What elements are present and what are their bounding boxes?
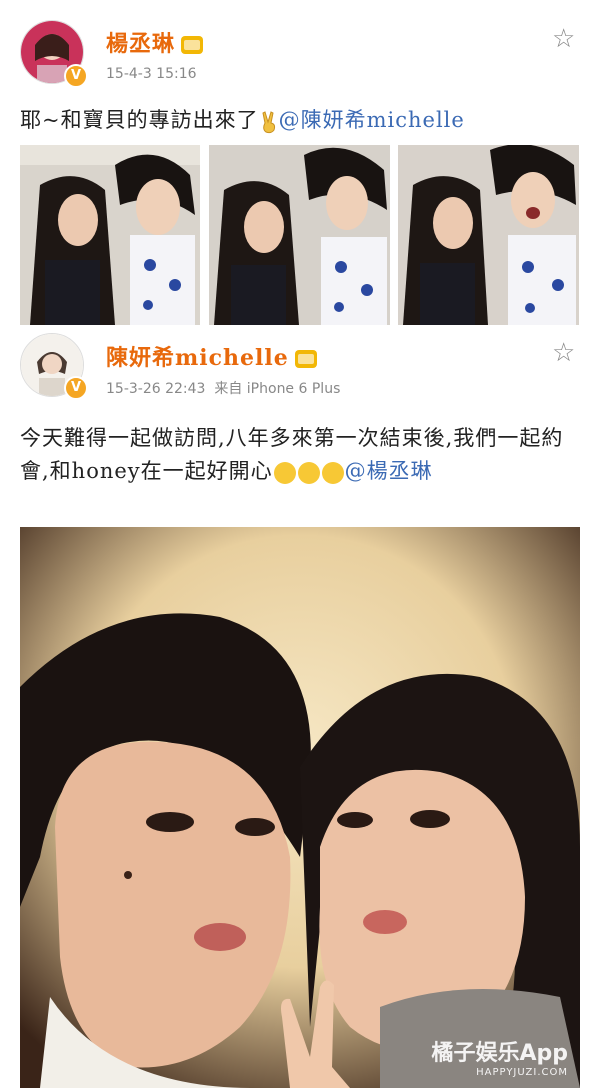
thumbnail-1[interactable] — [20, 145, 200, 325]
post-text: 今天難得一起做訪問,八年多來第一次結束後,我們一起約會,和honey在一起好開心… — [20, 422, 580, 488]
post-photo[interactable]: 橘子娱乐App HAPPYJUZI.COM — [20, 527, 580, 1088]
username-text[interactable]: 陳妍希michelle — [106, 345, 289, 371]
smile-emoji-icon — [273, 461, 296, 484]
post-1: V 楊丞琳 15-4-3 15:16 ☆ 耶~和寶貝的專訪出來了 @陳妍希mich… — [0, 0, 600, 330]
mention-link[interactable]: @陳妍希michelle — [279, 108, 465, 132]
smile-emoji-icon — [297, 461, 320, 484]
watermark: 橘子娱乐App HAPPYJUZI.COM — [431, 1035, 568, 1078]
watermark-brand: 橘子娱乐App — [431, 1041, 568, 1066]
timestamp: 15-3-26 22:43 — [106, 381, 206, 397]
verified-badge-icon: V — [64, 64, 88, 88]
peace-emoji-icon — [262, 110, 275, 133]
crown-icon — [294, 350, 317, 368]
crown-icon — [181, 36, 204, 54]
thumbnail-2[interactable] — [209, 145, 390, 325]
post-body: 耶~和寶貝的專訪出來了 — [20, 108, 259, 132]
username[interactable]: 陳妍希michelle — [106, 340, 317, 372]
watermark-site: HAPPYJUZI.COM — [476, 1067, 568, 1078]
photo-image — [20, 527, 580, 1088]
thumbnail-3[interactable] — [398, 145, 579, 325]
star-outline-icon[interactable]: ☆ — [552, 338, 575, 368]
star-outline-icon[interactable]: ☆ — [552, 24, 575, 54]
username-text[interactable]: 楊丞琳 — [106, 31, 175, 57]
post-text: 耶~和寶貝的專訪出來了 @陳妍希michelle — [20, 104, 580, 137]
verified-badge-icon: V — [64, 376, 88, 400]
smile-emoji-icon — [321, 461, 344, 484]
username[interactable]: 楊丞琳 — [106, 26, 204, 58]
mention-link[interactable]: @楊丞琳 — [345, 459, 433, 483]
post-source: 来自 iPhone 6 Plus — [214, 381, 341, 397]
post-meta: 15-3-26 22:43 来自 iPhone 6 Plus — [106, 378, 340, 398]
post-2: V 陳妍希michelle 15-3-26 22:43 来自 iPhone 6 … — [0, 330, 600, 1088]
timestamp: 15-4-3 15:16 — [106, 66, 197, 82]
